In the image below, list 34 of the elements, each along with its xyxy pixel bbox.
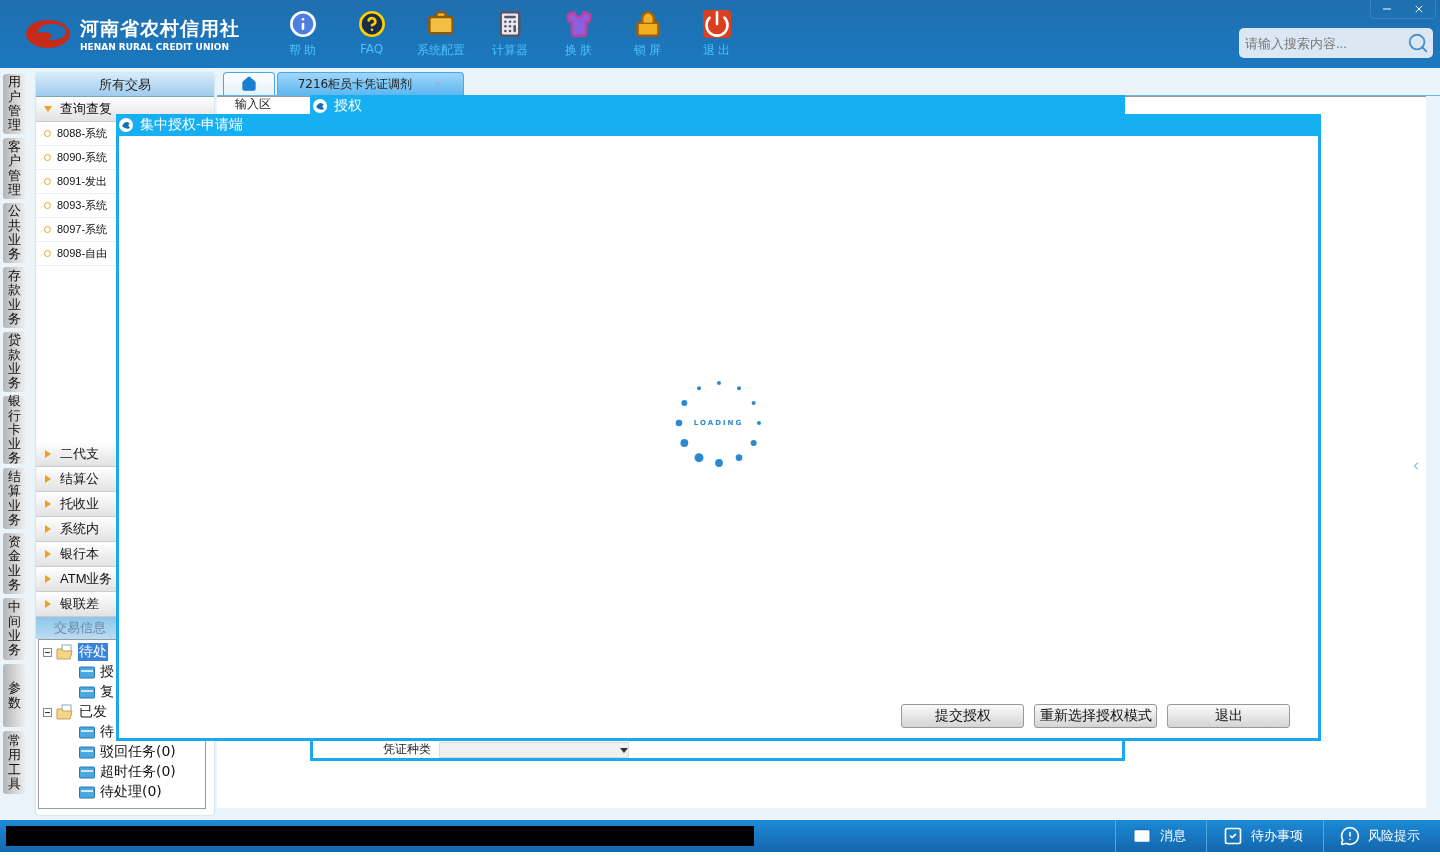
dialog-button[interactable]: 提交授权 [901, 704, 1024, 728]
side-tab[interactable]: 常用工具 [3, 731, 25, 794]
tree-node[interactable]: 待 [99, 723, 115, 741]
tree-node[interactable]: 已发 [78, 703, 108, 721]
dialog-title: 授权 [334, 97, 362, 115]
side-tab[interactable]: 贷款业务 [3, 332, 25, 392]
tree-node[interactable]: 复 [99, 683, 115, 701]
side-tab[interactable]: 客户管理 [3, 138, 25, 199]
side-tab[interactable]: 存款业务 [3, 267, 25, 328]
page-tab[interactable]: 7216柜员卡凭证调剂 [277, 72, 464, 95]
sidebar-title: 所有交易 [36, 73, 214, 97]
dialog-button[interactable]: 重新选择授权模式 [1034, 704, 1157, 728]
tree-node[interactable]: 待处理(0) [99, 783, 163, 801]
tree-node[interactable]: 超时任务(0) [99, 763, 177, 781]
status-button[interactable]: 待办事项 [1206, 820, 1323, 852]
side-tab[interactable]: 中间业务 [3, 598, 25, 660]
side-tab[interactable]: 公共业务 [3, 203, 25, 263]
logo-name: 河南省农村信用社 [80, 16, 240, 41]
logo-subtitle: HENAN RURAL CREDIT UNION [80, 42, 230, 52]
side-tab[interactable]: 参数 [3, 664, 25, 727]
side-tab[interactable]: 结算业务 [3, 468, 25, 529]
status-button[interactable]: 消息 [1115, 820, 1206, 852]
field-label: 凭证种类 [383, 741, 431, 758]
tree-node[interactable]: 驳回任务(0) [99, 743, 177, 761]
side-tab[interactable]: 用户管理 [3, 74, 25, 134]
section-label: 输入区 [235, 98, 271, 111]
dialog-button[interactable]: 退出 [1167, 704, 1290, 728]
tree-node[interactable]: 授 [99, 663, 115, 681]
status-button[interactable]: 风险提示 [1323, 820, 1440, 852]
search-field[interactable]: 请输入搜索内容... [1239, 28, 1433, 58]
tree-node[interactable]: 待处 [78, 643, 108, 661]
side-tab[interactable]: 银行卡业务 [3, 396, 25, 464]
search-input[interactable]: 请输入搜索内容... [1243, 34, 1407, 52]
side-tab[interactable]: 资金业务 [3, 533, 25, 594]
